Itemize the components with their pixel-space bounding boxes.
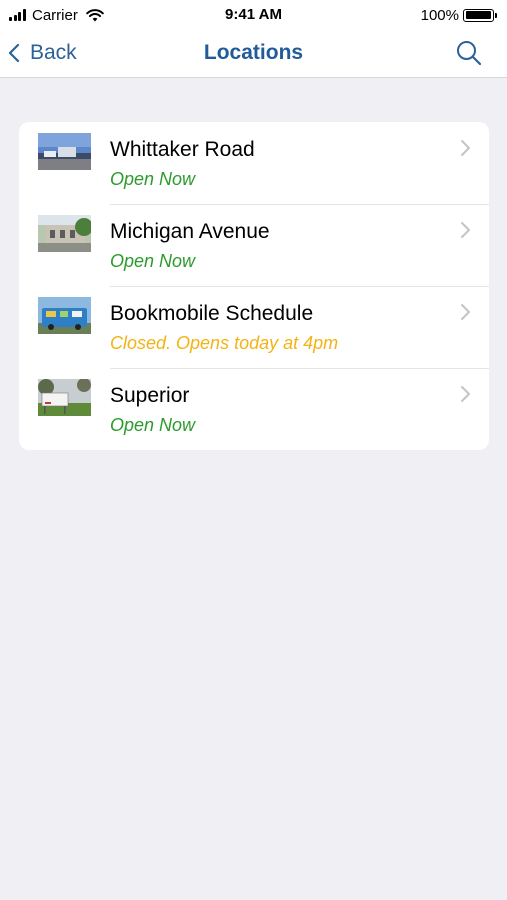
battery-cap — [495, 12, 497, 18]
library-building-photo — [38, 215, 91, 252]
locations-list: Whittaker Road Open Now Michigan Avenue … — [19, 122, 489, 450]
location-status: Closed. Opens today at 4pm — [110, 333, 339, 353]
location-name: Whittaker Road — [110, 138, 255, 161]
location-row-whittaker-road[interactable]: Whittaker Road Open Now — [19, 122, 489, 204]
status-bar: Carrier 9:41 AM 100% — [0, 0, 507, 30]
location-status: Open Now — [110, 169, 196, 189]
battery-percent: 100% — [420, 6, 459, 24]
chevron-right-icon — [461, 140, 470, 156]
library-building-photo — [38, 133, 91, 170]
location-row-bookmobile-schedule[interactable]: Bookmobile Schedule Closed. Opens today … — [19, 286, 489, 368]
chevron-right-icon — [461, 304, 470, 320]
search-icon[interactable] — [455, 39, 483, 67]
battery-icon — [463, 8, 494, 22]
battery-level — [465, 11, 491, 19]
location-row-superior[interactable]: Superior Open Now — [19, 368, 489, 450]
location-name: Superior — [110, 384, 190, 407]
chevron-right-icon — [461, 386, 470, 402]
battery-info: 100% — [421, 6, 497, 24]
back-label: Back — [30, 41, 77, 64]
location-status: Open Now — [110, 415, 196, 435]
chevron-left-icon — [8, 43, 20, 63]
chevron-right-icon — [461, 222, 470, 238]
navigation-bar: Back Locations — [0, 30, 507, 78]
back-button[interactable]: Back — [8, 30, 77, 76]
location-row-michigan-avenue[interactable]: Michigan Avenue Open Now — [19, 204, 489, 286]
location-name: Bookmobile Schedule — [110, 302, 314, 325]
location-status: Open Now — [110, 251, 196, 271]
library-sign-photo — [38, 379, 91, 416]
bookmobile-photo — [38, 297, 91, 334]
location-name: Michigan Avenue — [110, 220, 270, 243]
